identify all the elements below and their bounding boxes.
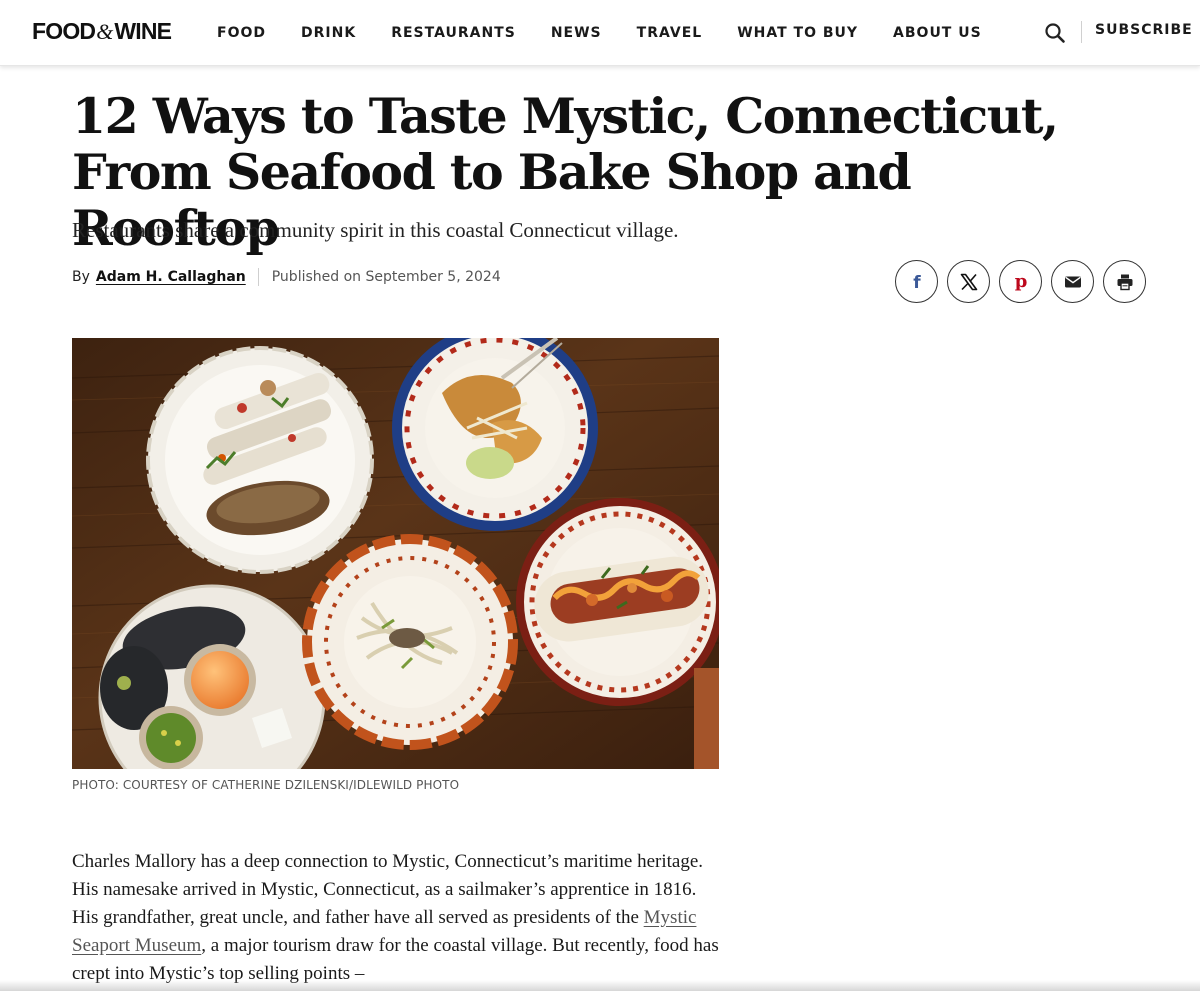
site-header: FOOD&WINE FOOD DRINK RESTAURANTS NEWS TR…: [0, 0, 1200, 66]
food-platter-illustration: [72, 338, 719, 769]
pinterest-icon: p: [1014, 272, 1027, 292]
header-divider: [1081, 21, 1082, 43]
nav-item-food[interactable]: FOOD: [217, 25, 266, 41]
share-buttons: f p: [895, 260, 1146, 303]
print-icon: [1117, 274, 1132, 290]
print-button[interactable]: [1103, 260, 1146, 303]
share-email-button[interactable]: [1051, 260, 1094, 303]
hero-caption: PHOTO: COURTESY OF CATHERINE DZILENSKI/I…: [72, 778, 460, 792]
food-and-wine-logo[interactable]: FOOD&WINE: [32, 17, 172, 46]
facebook-icon: f: [913, 273, 921, 292]
hero-image: [72, 338, 719, 769]
main-nav: FOOD DRINK RESTAURANTS NEWS TRAVEL WHAT …: [217, 0, 1017, 66]
email-icon: [1064, 276, 1081, 287]
article-body-paragraph: Charles Mallory has a deep connection to…: [72, 848, 722, 988]
logo-text-wine: WINE: [114, 18, 172, 44]
published-date: Published on September 5, 2024: [271, 269, 501, 285]
viewport-bottom-fade: [0, 980, 1200, 991]
nav-item-drink[interactable]: DRINK: [301, 25, 356, 41]
facebook-glyph: f: [913, 273, 921, 292]
byline-by-label: By: [72, 269, 90, 285]
body-text-before-link: Charles Mallory has a deep connection to…: [72, 851, 704, 928]
x-icon: [960, 273, 977, 290]
nav-item-what-to-buy[interactable]: WHAT TO BUY: [737, 25, 858, 41]
share-x-button[interactable]: [947, 260, 990, 303]
share-pinterest-button[interactable]: p: [999, 260, 1042, 303]
subscribe-button[interactable]: SUBSCRIBE: [1095, 22, 1193, 38]
nav-item-news[interactable]: NEWS: [551, 25, 602, 41]
logo-text-food: FOOD: [32, 18, 96, 44]
nav-item-travel[interactable]: TRAVEL: [637, 25, 703, 41]
author-link[interactable]: Adam H. Callaghan: [96, 269, 246, 285]
nav-item-about-us[interactable]: ABOUT US: [893, 25, 982, 41]
nav-item-restaurants[interactable]: RESTAURANTS: [391, 25, 516, 41]
byline: By Adam H. Callaghan Published on Septem…: [72, 266, 501, 288]
search-icon[interactable]: [1043, 21, 1067, 45]
logo-ampersand: &: [96, 19, 114, 44]
share-facebook-button[interactable]: f: [895, 260, 938, 303]
pinterest-glyph: p: [1014, 272, 1027, 292]
article-dek: Restaurants share a community spirit in …: [72, 218, 679, 242]
byline-divider: [257, 268, 259, 286]
